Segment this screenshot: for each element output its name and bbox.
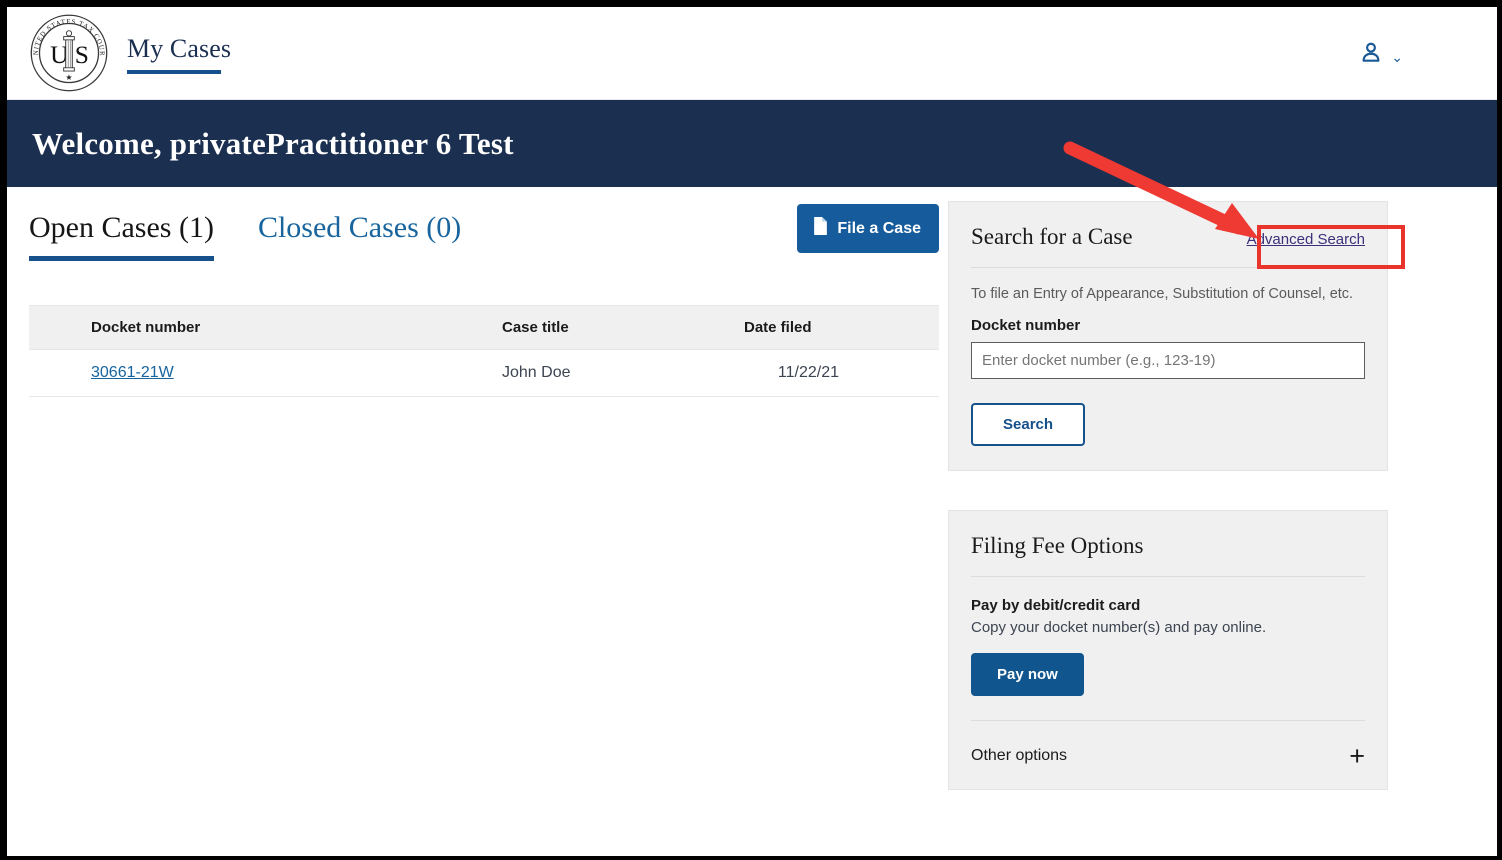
docket-number-link[interactable]: 30661-21W	[91, 364, 174, 381]
page-title-underline	[127, 69, 221, 74]
account-menu-button[interactable]: ⌄	[1358, 39, 1403, 70]
main-content: Open Cases (1) Closed Cases (0) File a C…	[7, 187, 1497, 856]
docket-number-input[interactable]	[971, 342, 1365, 379]
plus-icon: +	[1349, 740, 1365, 771]
cases-table-body: 30661-21W John Doe 11/22/21	[29, 349, 939, 397]
pay-by-card-heading: Pay by debit/credit card	[971, 597, 1141, 614]
cell-case-title: John Doe	[234, 349, 734, 397]
cases-table: Docket number Case title Date filed 3066…	[29, 305, 939, 397]
file-a-case-label: File a Case	[837, 219, 921, 237]
svg-text:S: S	[75, 41, 89, 69]
sidebar-panel: Search for a Case Advanced Search To fil…	[948, 201, 1388, 790]
filing-fee-card-title: Filing Fee Options	[971, 533, 1144, 558]
search-card-subtitle: To file an Entry of Appearance, Substitu…	[971, 286, 1354, 302]
cases-table-head: Docket number Case title Date filed	[29, 305, 939, 350]
table-row: 30661-21W John Doe 11/22/21	[29, 349, 939, 397]
tab-closed-cases[interactable]: Closed Cases (0)	[258, 213, 461, 261]
column-header-docket-number: Docket number	[29, 305, 234, 350]
cell-date-filed: 11/22/21	[734, 349, 939, 397]
cases-tabs: Open Cases (1) Closed Cases (0) File a C…	[29, 187, 939, 261]
column-header-case-title: Case title	[234, 305, 734, 350]
us-tax-court-seal-icon: UNITED STATES TAX COURT U S ★	[25, 7, 110, 94]
screenshot-frame: UNITED STATES TAX COURT U S ★ My Cases	[0, 0, 1502, 860]
docket-number-label: Docket number	[971, 317, 1081, 334]
search-for-a-case-card: Search for a Case Advanced Search To fil…	[948, 201, 1388, 471]
cases-panel: Open Cases (1) Closed Cases (0) File a C…	[29, 187, 939, 397]
document-icon	[813, 217, 828, 240]
page-title: My Cases	[127, 34, 232, 63]
user-icon	[1358, 39, 1384, 70]
other-options-expander[interactable]: Other options +	[971, 720, 1365, 771]
pay-now-button[interactable]: Pay now	[971, 653, 1084, 696]
filing-fee-options-card: Filing Fee Options Pay by debit/credit c…	[948, 510, 1388, 790]
filing-fee-card-header: Filing Fee Options	[971, 533, 1365, 559]
search-card-header: Search for a Case Advanced Search	[971, 224, 1365, 250]
pay-by-card-description: Copy your docket number(s) and pay onlin…	[971, 619, 1267, 636]
cell-docket-number: 30661-21W	[29, 349, 234, 397]
tab-open-cases[interactable]: Open Cases (1)	[29, 213, 214, 261]
application-page: UNITED STATES TAX COURT U S ★ My Cases	[7, 7, 1497, 856]
column-header-date-filed: Date filed	[734, 305, 939, 350]
page-title-block: My Cases	[127, 34, 232, 74]
advanced-search-link[interactable]: Advanced Search	[1247, 231, 1365, 248]
file-a-case-button[interactable]: File a Case	[797, 204, 939, 253]
app-header: UNITED STATES TAX COURT U S ★ My Cases	[7, 7, 1497, 100]
search-card-title: Search for a Case	[971, 224, 1133, 249]
search-card-divider	[971, 267, 1365, 268]
svg-text:★: ★	[65, 73, 72, 82]
search-button[interactable]: Search	[971, 403, 1086, 446]
chevron-down-icon: ⌄	[1391, 48, 1403, 65]
other-options-label: Other options	[971, 747, 1068, 764]
table-header-row: Docket number Case title Date filed	[29, 305, 939, 350]
welcome-message: Welcome, privatePractitioner 6 Test	[32, 125, 514, 161]
welcome-banner: Welcome, privatePractitioner 6 Test	[7, 100, 1497, 187]
filing-fee-card-divider	[971, 576, 1365, 577]
